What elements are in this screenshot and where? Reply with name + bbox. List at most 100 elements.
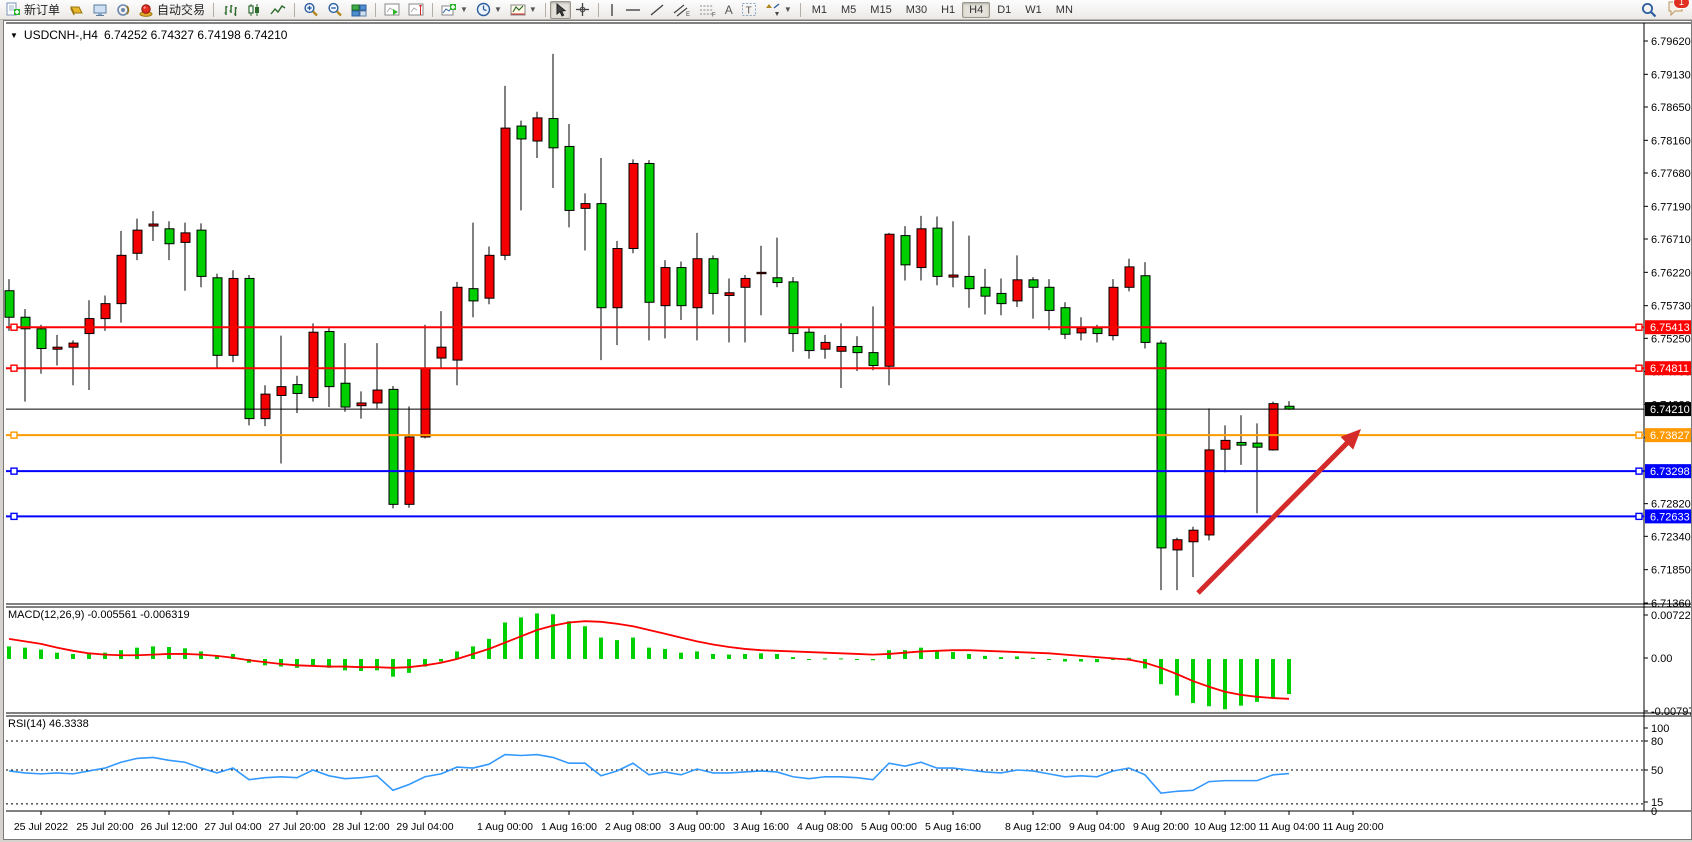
candle-bullish[interactable] [133,230,142,253]
periods-button[interactable]: ▼ [472,1,506,19]
candle-bullish[interactable] [1173,540,1182,550]
candle-bullish[interactable] [1077,328,1086,333]
gold-symbol-button[interactable] [64,1,88,19]
candle-bullish[interactable] [181,233,190,243]
fibonacci-tool-button[interactable]: F [695,1,721,19]
candle-bullish[interactable] [949,275,958,277]
time-axis-label[interactable]: 4 Aug 08:00 [797,821,853,833]
time-axis-label[interactable]: 26 Jul 12:00 [140,821,197,833]
auto-trading-button[interactable]: 自动交易 [135,1,209,19]
candle-bearish[interactable] [1029,280,1038,287]
candle-bearish[interactable] [1093,328,1102,333]
candle-bullish[interactable] [501,128,510,255]
time-axis-label[interactable]: 27 Jul 20:00 [268,821,325,833]
time-axis-label[interactable]: 25 Jul 20:00 [76,821,133,833]
candle-bearish[interactable] [37,329,46,349]
line-handle[interactable] [1636,365,1642,371]
candle-bearish[interactable] [197,230,206,276]
timeframe-button-m15[interactable]: M15 [863,2,898,18]
candle-bearish[interactable] [853,346,862,352]
trendline-tool-button[interactable] [645,1,669,19]
candle-bullish[interactable] [757,272,766,273]
candle-bearish[interactable] [341,383,350,407]
time-axis-label[interactable]: 1 Aug 00:00 [477,821,533,833]
timeframe-button-m1[interactable]: M1 [805,2,834,18]
timeframe-button-h4[interactable]: H4 [962,2,990,18]
candle-bearish[interactable] [565,146,574,210]
candle-bullish[interactable] [885,234,894,366]
news-button[interactable] [112,1,135,19]
candle-bearish[interactable] [1061,308,1070,335]
time-axis-label[interactable]: 8 Aug 12:00 [1005,821,1061,833]
time-axis-label[interactable]: 3 Aug 16:00 [733,821,789,833]
channel-tool-button[interactable]: E [669,1,695,19]
candlestick-mode-button[interactable] [242,1,266,19]
timeframe-button-d1[interactable]: D1 [990,2,1018,18]
candle-bullish[interactable] [485,255,494,298]
crosshair-tool-button[interactable] [571,1,594,19]
candle-bullish[interactable] [533,118,542,141]
time-axis-label[interactable]: 2 Aug 08:00 [605,821,661,833]
candle-bearish[interactable] [869,353,878,366]
line-handle[interactable] [11,468,17,474]
candle-bullish[interactable] [1205,450,1214,535]
timeframe-button-w1[interactable]: W1 [1018,2,1049,18]
indicators-button[interactable]: ▼ [437,1,472,19]
timeframe-button-m30[interactable]: M30 [899,2,934,18]
candle-bearish[interactable] [981,287,990,296]
candle-bearish[interactable] [645,163,654,302]
candle-bearish[interactable] [933,228,942,276]
candle-bearish[interactable] [549,119,558,148]
candle-bullish[interactable] [613,249,622,308]
candle-bullish[interactable] [821,342,830,349]
time-axis-label[interactable]: 29 Jul 04:00 [396,821,453,833]
notifications-button[interactable]: 1 [1667,0,1684,19]
candle-bearish[interactable] [5,291,14,318]
zoom-in-button[interactable] [299,1,323,19]
text-tool-button[interactable]: A [721,1,737,19]
candle-bearish[interactable] [1237,442,1246,445]
candle-bullish[interactable] [309,332,318,397]
candle-bullish[interactable] [261,394,270,418]
time-axis-label[interactable]: 5 Aug 16:00 [925,821,981,833]
time-axis-label[interactable]: 9 Aug 04:00 [1069,821,1125,833]
auto-scroll-button[interactable] [380,1,404,19]
line-handle[interactable] [1636,432,1642,438]
candle-bearish[interactable] [901,236,910,265]
candle-bullish[interactable] [1125,267,1134,287]
chart-canvas[interactable]: 6.796206.791306.786506.781606.776806.771… [4,21,1691,839]
candle-bearish[interactable] [469,289,478,301]
chart-shift-button[interactable] [404,1,428,19]
candle-bullish[interactable] [1109,287,1118,335]
candle-bearish[interactable] [1141,276,1150,343]
candle-bearish[interactable] [165,229,174,244]
candle-bullish[interactable] [1189,530,1198,542]
timeframe-button-mn[interactable]: MN [1049,2,1080,18]
candle-bearish[interactable] [789,282,798,334]
candle-bearish[interactable] [709,259,718,294]
vertical-line-tool-button[interactable] [603,1,621,19]
search-button[interactable] [1637,1,1661,19]
line-handle[interactable] [1636,513,1642,519]
candle-bearish[interactable] [213,278,222,356]
candle-bullish[interactable] [69,343,78,347]
text-label-tool-button[interactable]: T [737,1,761,19]
candle-bullish[interactable] [149,224,158,226]
time-axis-label[interactable]: 5 Aug 00:00 [861,821,917,833]
candle-bullish[interactable] [117,255,126,303]
candle-bearish[interactable] [773,278,782,283]
candle-bullish[interactable] [693,259,702,308]
candle-bullish[interactable] [421,368,430,437]
time-axis-label[interactable]: 27 Jul 04:00 [204,821,261,833]
candle-bullish[interactable] [629,163,638,248]
candle-bearish[interactable] [389,389,398,504]
candle-bearish[interactable] [997,293,1006,303]
candle-bullish[interactable] [1221,440,1230,449]
new-order-button[interactable]: 新订单 [2,1,64,19]
time-axis-label[interactable]: 11 Aug 20:00 [1322,821,1383,833]
time-axis-label[interactable]: 28 Jul 12:00 [332,821,389,833]
time-axis-label[interactable]: 1 Aug 16:00 [541,821,597,833]
candle-bearish[interactable] [1045,287,1054,310]
candle-bullish[interactable] [85,319,94,334]
line-handle[interactable] [11,513,17,519]
